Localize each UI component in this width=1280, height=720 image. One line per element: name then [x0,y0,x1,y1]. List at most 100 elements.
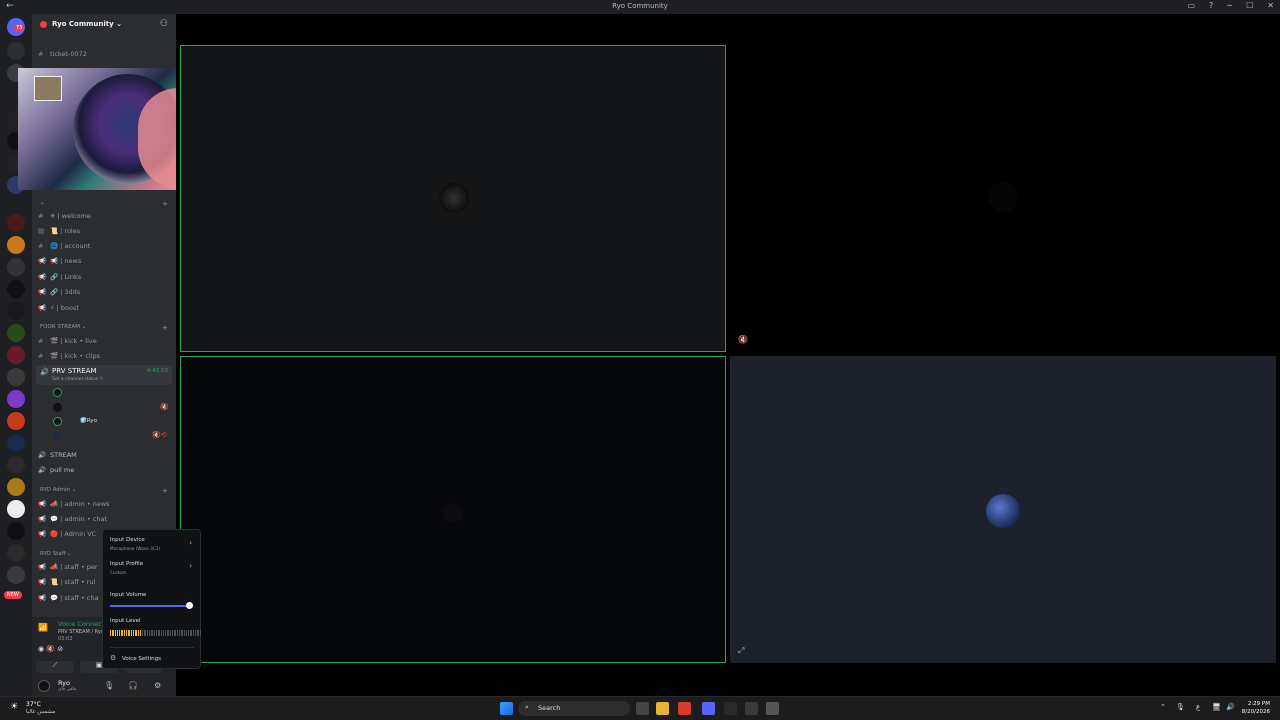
voice-member-avatar[interactable] [53,432,62,441]
server-icon[interactable] [7,500,25,518]
server-icon[interactable] [7,544,25,562]
guild-header[interactable]: Ryo Community ⌄ ⚇ [32,14,176,36]
server-icon[interactable] [7,324,25,342]
inbox-icon[interactable]: ▭ [1187,1,1195,10]
tray-overflow-icon[interactable]: ⌃ [1160,703,1166,711]
obs-icon[interactable] [745,702,758,715]
participant-avatar[interactable] [443,503,463,523]
avatar[interactable] [38,680,50,692]
video-tile[interactable] [180,45,726,352]
server-icon[interactable] [7,434,25,452]
participant-avatar[interactable] [986,494,1020,528]
taskbar-search[interactable]: ⌕ Search [518,701,630,716]
channel-admin-chat[interactable]: 📢 💬 | admin • chat [38,515,107,523]
level-meter-bar [146,630,149,636]
channel-links[interactable]: 📢 🔗 | Links [38,273,81,281]
menu-divider [110,647,194,648]
server-icon[interactable] [7,280,25,298]
server-icon[interactable] [7,302,25,320]
close-button[interactable]: ✕ [1267,1,1274,10]
server-icon[interactable] [7,368,25,386]
video-tile[interactable]: 🔇 [730,45,1276,352]
start-button[interactable] [500,702,513,715]
network-icon[interactable]: 🖥 [1212,703,1221,711]
channel-roles[interactable]: ▤ 📜 | roles [38,227,80,235]
expand-icon[interactable]: ⤢ [738,646,744,656]
server-icon[interactable] [7,214,25,232]
level-meter-bar [112,630,114,636]
username[interactable]: Ryo [58,679,70,687]
server-icon[interactable] [7,522,25,540]
minimize-button[interactable]: ─ [1227,1,1232,10]
discord-icon[interactable] [702,702,715,715]
level-meter-bar [128,630,130,636]
channel-staff-per[interactable]: 📢 📣 | staff • per [38,563,98,571]
participant-avatar[interactable] [439,183,469,213]
channel-3dds[interactable]: 📢 🔗 | 3dds [38,288,80,296]
server-icon[interactable] [7,478,25,496]
input-device-label[interactable]: Input Device [110,537,145,543]
volume-icon[interactable]: 🔊 [1226,703,1235,711]
clock-time: 2:29 PM [1247,701,1270,707]
server-icon[interactable] [7,390,25,408]
microphone-icon[interactable]: 🎙 [104,681,114,690]
voice-channel-pull-me[interactable]: 🔊 pull me [38,466,74,474]
level-meter-bar [144,630,146,636]
clock[interactable]: 2:29 PM 8/20/2026 [1242,700,1270,716]
activity-icons[interactable]: ◉ 🔇 ⊘ [38,645,63,653]
add-member-icon[interactable]: ⚇ [160,19,168,29]
channel-status[interactable]: Set a channel status ✎ [52,377,103,382]
participant-avatar[interactable] [988,182,1018,212]
voice-channel-prv-stream[interactable]: 🔊 PRV STREAM Set a channel status ✎ 4:43… [36,365,172,385]
server-icon[interactable] [7,566,25,584]
server-icon[interactable] [7,456,25,474]
video-tile[interactable]: ⤢ [730,356,1276,663]
server-icon[interactable] [7,236,25,254]
settings-icon[interactable] [766,702,779,715]
input-volume-slider-handle[interactable] [186,602,193,609]
channel-staff-rules[interactable]: 📢 📜 | staff • rul [38,578,95,586]
file-explorer-icon[interactable] [656,702,669,715]
video-tile[interactable] [180,356,726,663]
help-icon[interactable]: ? [1209,1,1213,10]
channel-ticket[interactable]: # ticket-0072 [38,50,87,58]
channel-kick-clips[interactable]: # 🎬 | kick • clips [38,352,100,360]
headphones-icon[interactable]: 🎧 [128,681,138,690]
app-icon[interactable] [724,702,737,715]
channel-welcome[interactable]: # ✈ | welcome [38,212,91,220]
voice-channel-stream[interactable]: 🔊 STREAM [38,451,77,459]
voice-member-avatar[interactable] [53,403,62,412]
voice-member-name[interactable]: 🧊Ryo [80,418,97,424]
task-view-icon[interactable] [636,702,649,715]
server-icon[interactable] [7,42,25,60]
channel-account[interactable]: # 🌐 | account [38,242,90,250]
voice-settings-link[interactable]: Voice Settings [122,656,161,662]
category-header[interactable]: ⌄ + [40,200,168,208]
voice-member-avatar[interactable] [53,417,62,426]
gear-icon[interactable]: ⚙ [154,681,161,690]
signal-icon[interactable]: 📶 [38,623,48,632]
channel-news[interactable]: 📢 📢 | news [38,257,81,265]
maximize-button[interactable]: ☐ [1246,1,1253,10]
channel-admin-vc[interactable]: 📢 🔴 | Admin VC [38,530,96,538]
server-icon[interactable] [7,346,25,364]
brave-browser-icon[interactable] [678,702,691,715]
level-meter-bar [181,630,183,636]
input-profile-label[interactable]: Input Profile [110,561,143,567]
channel-kick-live[interactable]: # 🎬 | kick • live [38,337,97,345]
channel-boost[interactable]: 📢 ⚡ | boost [38,304,79,312]
window-titlebar: ← Ryo Community ▭ ? ─ ☐ ✕ [0,0,1280,14]
category-admin[interactable]: RYO Admin ⌄ + [40,487,168,495]
noise-suppression-button[interactable]: ⟋ [36,661,74,673]
channel-staff-chat[interactable]: 📢 💬 | staff • cha [38,594,98,602]
voice-member-avatar[interactable] [53,388,62,397]
category-staff[interactable]: RYO Staff ⌄ [40,551,72,557]
server-icon[interactable] [7,412,25,430]
input-volume-slider-track[interactable] [110,605,189,607]
microphone-tray-icon[interactable]: 🎙 [1176,703,1185,711]
level-meter-bar [119,630,121,636]
category-stream[interactable]: FOOR STREAM ⌄ + [40,324,168,332]
language-indicator[interactable]: ع [1196,703,1200,711]
server-icon[interactable] [7,258,25,276]
channel-admin-news[interactable]: 📢 📣 | admin • news [38,500,110,508]
